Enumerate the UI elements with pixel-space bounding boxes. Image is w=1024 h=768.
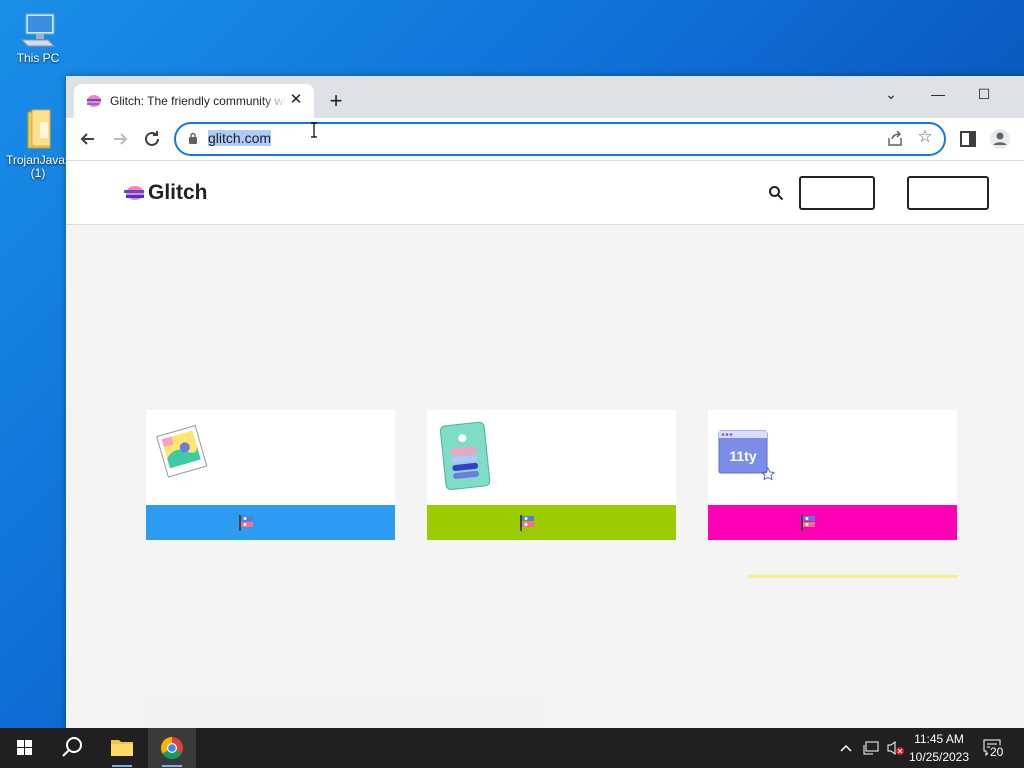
- header-button-1[interactable]: [799, 176, 875, 210]
- card-color-bar: [427, 505, 676, 540]
- notification-count: 20: [988, 745, 1006, 759]
- site-header: Glitch: [66, 161, 1024, 225]
- card-color-bar: [708, 505, 957, 540]
- project-card[interactable]: [146, 410, 395, 540]
- windows-logo-icon: [17, 740, 32, 755]
- eleventy-text: 11ty: [729, 448, 756, 464]
- chevron-up-icon[interactable]: [838, 740, 854, 756]
- project-card[interactable]: 11ty: [708, 410, 957, 540]
- flag-icon: [520, 515, 534, 531]
- url-text[interactable]: glitch.com: [208, 130, 272, 146]
- header-button-2[interactable]: [907, 176, 989, 210]
- glitch-logo-icon[interactable]: [124, 181, 146, 205]
- address-bar[interactable]: glitch.com ☆: [174, 122, 946, 156]
- profile-icon: [990, 129, 1010, 149]
- flag-icon: [239, 515, 253, 531]
- desktop-icon-this-pc[interactable]: This PC: [6, 10, 70, 65]
- computer-icon: [18, 10, 58, 50]
- search-icon[interactable]: [768, 185, 784, 201]
- web-page: Glitch 11ty: [66, 161, 1024, 728]
- reload-icon: [145, 131, 159, 146]
- desktop-icon-label: This PC: [16, 51, 60, 65]
- flag-icon: [801, 515, 815, 531]
- maximize-button[interactable]: ☐: [961, 80, 1007, 108]
- folder-icon: [111, 740, 133, 767]
- logo-text[interactable]: Glitch: [148, 181, 208, 205]
- clock-time[interactable]: 11:45 AM: [904, 732, 974, 746]
- project-card[interactable]: [427, 410, 676, 540]
- arrow-left-icon: [80, 133, 94, 145]
- folder-icon: [18, 108, 58, 149]
- tab-search-icon[interactable]: ⌄: [868, 80, 914, 108]
- new-tab-button[interactable]: +: [324, 90, 348, 114]
- notification-button[interactable]: 20: [982, 738, 1008, 760]
- side-panel-icon: [960, 131, 976, 147]
- glitch-favicon-icon: [87, 95, 101, 107]
- browser-window: Glitch: The friendly community where eve…: [66, 76, 1024, 728]
- lock-icon: [189, 132, 197, 144]
- profile-button[interactable]: [988, 127, 1012, 151]
- tab-strip: Glitch: The friendly community where eve…: [66, 76, 1024, 118]
- tab-title: Glitch: The friendly community where eve…: [110, 94, 286, 108]
- forward-button[interactable]: [108, 127, 132, 151]
- volume-muted-icon[interactable]: [886, 739, 906, 757]
- side-panel-button[interactable]: [956, 127, 980, 151]
- search-button[interactable]: [48, 728, 96, 768]
- browser-toolbar: glitch.com ☆: [66, 118, 1024, 161]
- tab-glitch[interactable]: Glitch: The friendly community where eve…: [74, 84, 314, 118]
- share-icon[interactable]: [886, 130, 904, 148]
- tab-close-icon[interactable]: ✕: [288, 92, 304, 108]
- stacked-card-icon: [439, 421, 491, 490]
- reload-button[interactable]: [140, 127, 164, 151]
- skeleton-loader-icon: [146, 696, 542, 728]
- bookmark-star-icon[interactable]: ☆: [916, 128, 934, 146]
- desktop-icon-label: TrojanJavas (1): [6, 153, 71, 180]
- minimize-button[interactable]: —: [915, 80, 961, 108]
- taskbar: 11:45 AM 10/25/2023 20: [0, 728, 1024, 768]
- card-color-bar: [146, 505, 395, 540]
- eleventy-window-icon: 11ty: [718, 430, 776, 481]
- network-icon[interactable]: [862, 739, 880, 757]
- loading-placeholder: [146, 696, 542, 728]
- clock-date[interactable]: 10/25/2023: [904, 750, 974, 764]
- desktop-icon-trojan-folder[interactable]: TrojanJavas (1): [6, 108, 71, 180]
- arrow-right-icon: [114, 133, 128, 145]
- search-icon: [62, 737, 82, 757]
- text-cursor-icon: [311, 122, 317, 138]
- chrome-taskbar-button[interactable]: [148, 728, 196, 768]
- photo-frame-icon: [156, 424, 208, 478]
- file-explorer-button[interactable]: [98, 728, 146, 768]
- back-button[interactable]: [76, 127, 100, 151]
- chrome-icon: [161, 737, 183, 767]
- start-button[interactable]: [0, 728, 48, 768]
- loading-underline: [748, 575, 958, 578]
